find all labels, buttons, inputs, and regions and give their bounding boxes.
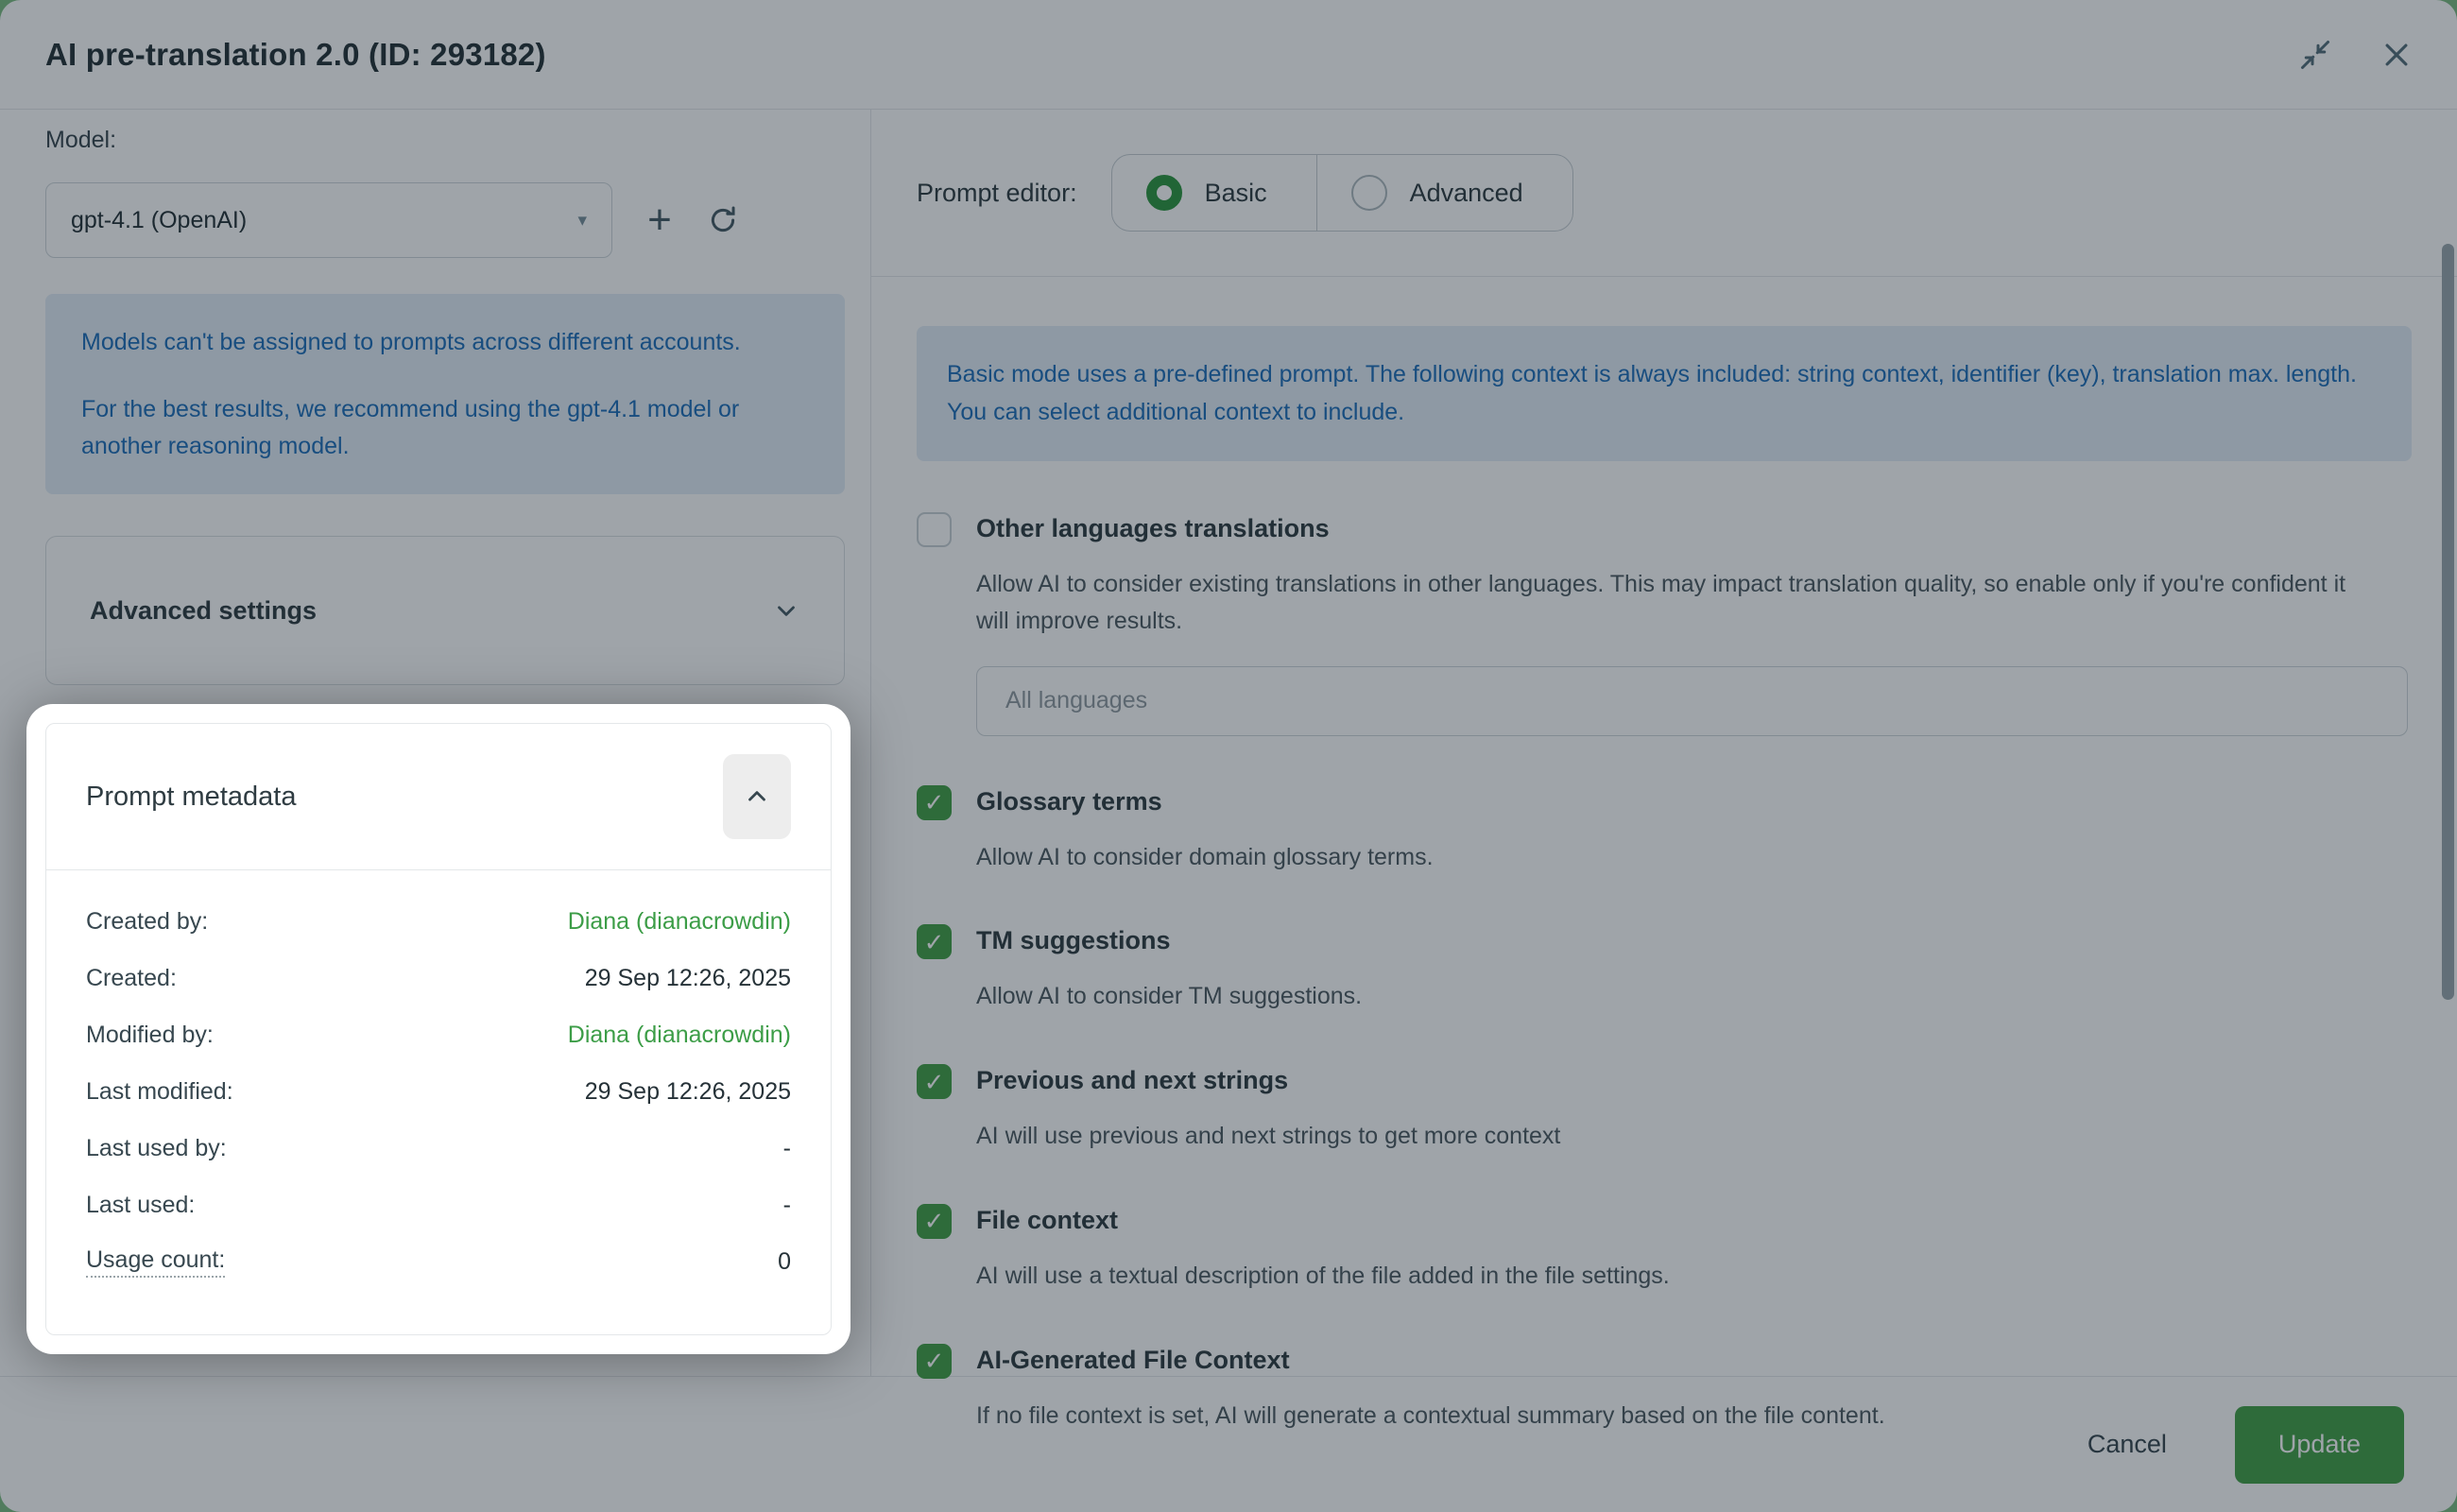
metadata-value: 0	[778, 1248, 791, 1276]
metadata-value: -	[783, 1192, 791, 1219]
metadata-row-created: Created: 29 Sep 12:26, 2025	[86, 950, 791, 1006]
prompt-metadata-title: Prompt metadata	[86, 782, 296, 813]
user-link[interactable]: Diana (dianacrowdin)	[568, 908, 791, 936]
metadata-label-tooltip[interactable]: Usage count:	[86, 1246, 225, 1278]
metadata-row-modified-by: Modified by: Diana (dianacrowdin)	[86, 1006, 791, 1063]
metadata-value: -	[783, 1135, 791, 1162]
prompt-metadata-card: Prompt metadata Created by: Diana (diana…	[45, 723, 832, 1335]
metadata-row-last-modified: Last modified: 29 Sep 12:26, 2025	[86, 1063, 791, 1120]
metadata-label: Last modified:	[86, 1078, 233, 1106]
metadata-label: Modified by:	[86, 1022, 214, 1049]
collapse-section-button[interactable]	[723, 754, 791, 839]
metadata-label: Last used:	[86, 1192, 195, 1219]
metadata-label: Created:	[86, 965, 177, 992]
metadata-label: Created by:	[86, 908, 208, 936]
user-link[interactable]: Diana (dianacrowdin)	[568, 1022, 791, 1049]
metadata-row-last-used: Last used: -	[86, 1177, 791, 1233]
metadata-row-created-by: Created by: Diana (dianacrowdin)	[86, 893, 791, 950]
metadata-value: 29 Sep 12:26, 2025	[585, 1078, 791, 1106]
metadata-label: Last used by:	[86, 1135, 227, 1162]
metadata-value: 29 Sep 12:26, 2025	[585, 965, 791, 992]
metadata-row-usage-count: Usage count: 0	[86, 1233, 791, 1290]
metadata-row-last-used-by: Last used by: -	[86, 1120, 791, 1177]
prompt-metadata-spotlight: Prompt metadata Created by: Diana (diana…	[26, 704, 850, 1354]
